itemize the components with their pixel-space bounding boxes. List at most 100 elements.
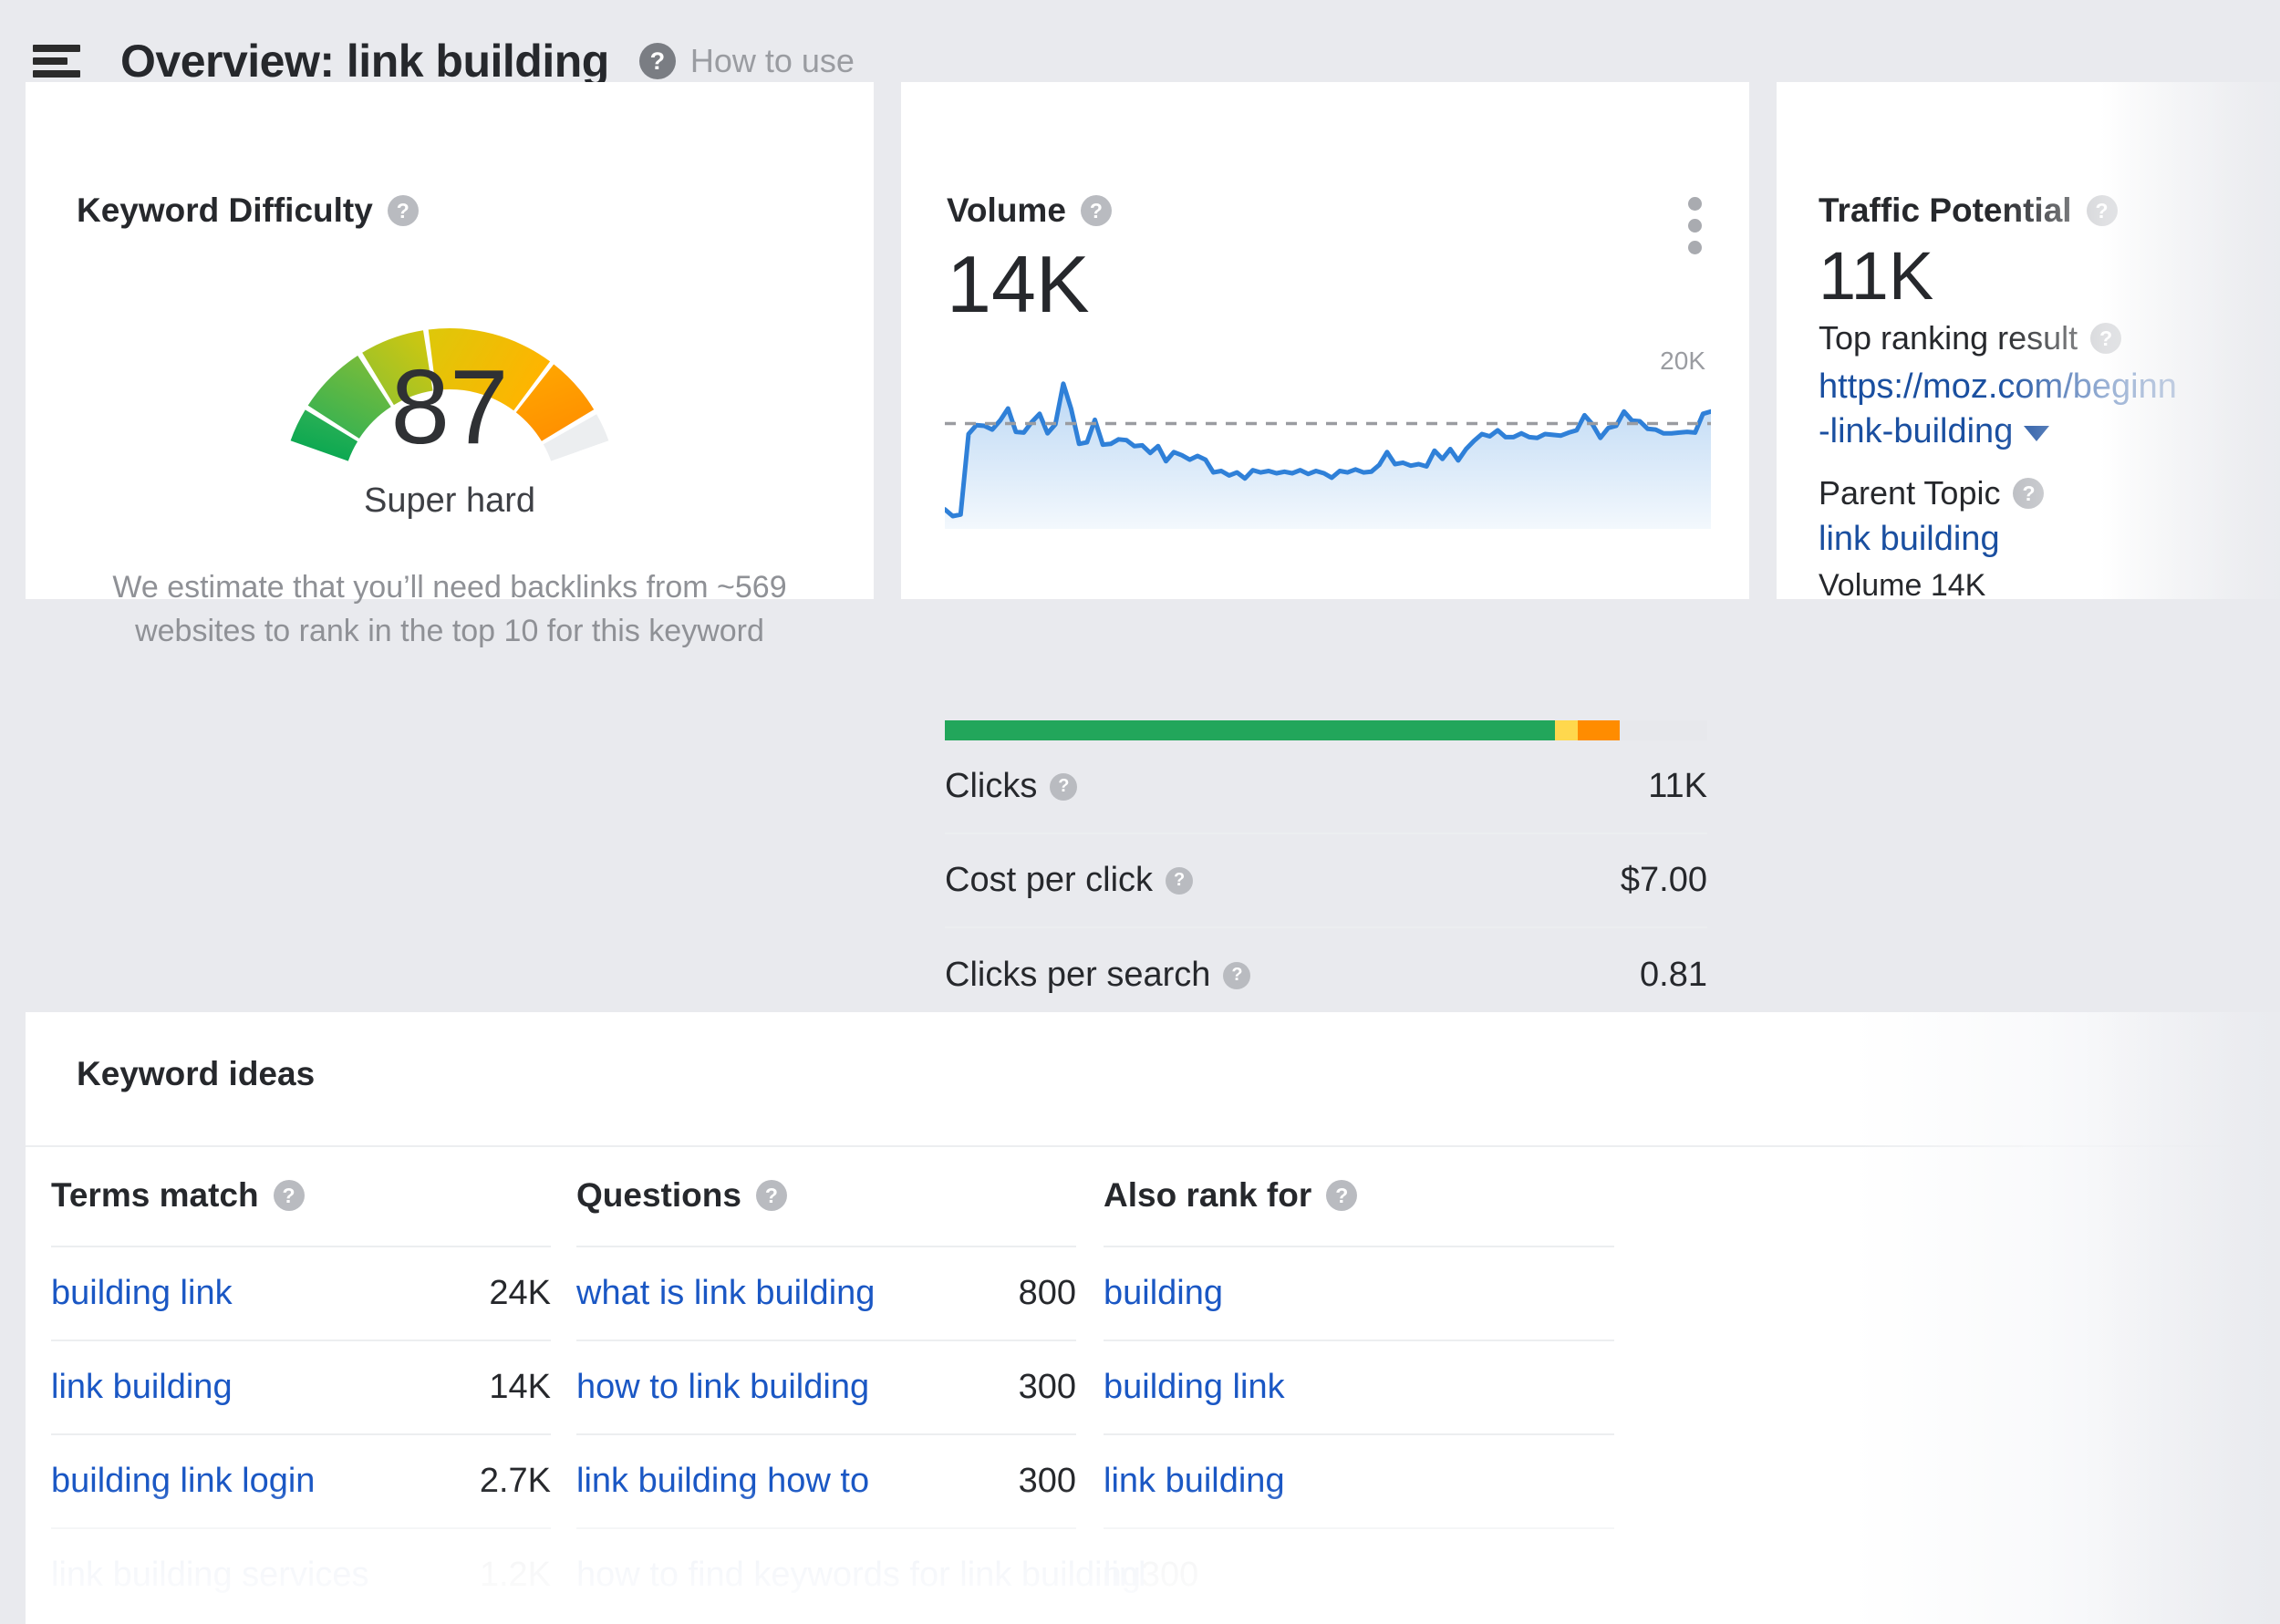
- keyword-difficulty-gauge: 87 Super hard: [212, 255, 687, 520]
- url-line-1: https://moz.com/beginn: [1819, 367, 2177, 406]
- keyword-volume: 300: [1019, 1462, 1076, 1501]
- table-row[interactable]: link building services1.2K: [51, 1527, 551, 1621]
- metric-label: Clicks per search: [945, 956, 1210, 995]
- keyword-link[interactable]: building link: [1104, 1368, 1285, 1407]
- kebab-menu-icon[interactable]: [1684, 193, 1705, 258]
- metric-label: Clicks: [945, 767, 1037, 806]
- top-ranking-result-label: Top ranking result: [1819, 319, 2078, 357]
- column-header-label: Also rank for: [1104, 1176, 1311, 1215]
- metric-value: 0.81: [1640, 956, 1707, 995]
- question-mark-icon[interactable]: ?: [756, 1180, 787, 1211]
- keyword-link[interactable]: link building: [51, 1368, 233, 1407]
- metric-label-wrap: Clicks ?: [945, 767, 1077, 806]
- url-line-2: -link-building: [1819, 412, 2013, 450]
- table-row[interactable]: how to find keywords for link building30…: [576, 1527, 1076, 1621]
- volume-sparkline-chart: [945, 378, 1711, 529]
- parent-topic-volume: Volume 14K: [1819, 568, 1985, 604]
- keyword-volume: 2.7K: [480, 1462, 551, 1501]
- keyword-link[interactable]: how to link building: [576, 1368, 869, 1407]
- clicks-bar-segment-paid: [1578, 720, 1620, 740]
- parent-topic-label: Parent Topic: [1819, 474, 2000, 512]
- list-right-fade: [1851, 1012, 2280, 1624]
- page-root: Overview: link building ? How to use Key…: [0, 0, 2280, 1624]
- keyword-difficulty-title: Keyword Difficulty ?: [77, 191, 419, 230]
- metric-label: Cost per click: [945, 861, 1153, 900]
- keyword-link[interactable]: building link: [51, 1274, 233, 1313]
- table-row[interactable]: building: [1104, 1246, 1614, 1340]
- table-row[interactable]: building link 24K: [51, 1246, 551, 1340]
- kebab-dot: [1688, 197, 1702, 211]
- keyword-ideas-column-0: Terms match? building link 24K link buildin…: [51, 1145, 551, 1621]
- keyword-difficulty-title-label: Keyword Difficulty: [77, 191, 373, 230]
- metric-row: Clicks per search ? 0.81: [945, 928, 1707, 1022]
- keyword-volume: 14K: [489, 1368, 551, 1407]
- table-row[interactable]: linl: [1104, 1527, 1614, 1621]
- metric-label-wrap: Cost per click ?: [945, 861, 1193, 900]
- table-row[interactable]: what is link building 800: [576, 1246, 1076, 1340]
- question-mark-icon[interactable]: ?: [2090, 323, 2121, 354]
- keyword-ideas-title: Keyword ideas: [77, 1055, 315, 1093]
- traffic-potential-title-label: Traffic Potential: [1819, 191, 2072, 230]
- question-mark-icon[interactable]: ?: [1081, 195, 1112, 226]
- keyword-link[interactable]: what is link building: [576, 1274, 875, 1313]
- question-mark-icon[interactable]: ?: [2013, 478, 2044, 509]
- how-to-use-label: How to use: [690, 42, 855, 80]
- volume-value: 14K: [947, 244, 1090, 325]
- clicks-bar-segment-organic: [945, 720, 1555, 740]
- keyword-link[interactable]: building: [1104, 1274, 1223, 1313]
- keyword-difficulty-rating: Super hard: [212, 481, 687, 521]
- metric-label-wrap: Clicks per search ?: [945, 956, 1250, 995]
- kebab-dot: [1688, 219, 1702, 233]
- question-mark-icon[interactable]: ?: [639, 43, 676, 79]
- volume-title-label: Volume: [947, 191, 1066, 230]
- volume-axis-max-label: 20K: [1660, 347, 1705, 376]
- hamburger-icon[interactable]: [33, 41, 80, 81]
- keyword-difficulty-score: 87: [212, 354, 687, 460]
- table-row[interactable]: link building how to 300: [576, 1433, 1076, 1527]
- keyword-volume: 800: [1019, 1274, 1076, 1313]
- question-mark-icon[interactable]: ?: [388, 195, 419, 226]
- table-row[interactable]: link building: [1104, 1433, 1614, 1527]
- top-ranking-result-url[interactable]: https://moz.com/beginn -link-building: [1819, 365, 2280, 455]
- how-to-use-link[interactable]: ? How to use: [639, 42, 855, 80]
- keyword-link[interactable]: link building how to: [576, 1462, 869, 1501]
- keyword-link[interactable]: building link login: [51, 1462, 315, 1501]
- keyword-link[interactable]: link building: [1104, 1462, 1285, 1501]
- metric-value: $7.00: [1621, 861, 1707, 900]
- clicks-distribution-bar: [945, 720, 1707, 740]
- table-row[interactable]: how to link building300: [576, 1340, 1076, 1433]
- column-header: Questions?: [576, 1145, 1076, 1246]
- keyword-link[interactable]: linl: [1104, 1556, 1145, 1595]
- column-header-label: Questions: [576, 1176, 741, 1215]
- top-ranking-result-label-wrap: Top ranking result ?: [1819, 319, 2121, 357]
- hamburger-bar: [33, 70, 80, 78]
- hamburger-bar: [33, 45, 80, 52]
- hamburger-bar: [33, 57, 67, 65]
- question-mark-icon[interactable]: ?: [1326, 1180, 1357, 1211]
- url-line-2-wrap: -link-building: [1819, 409, 2280, 454]
- table-row[interactable]: building link: [1104, 1340, 1614, 1433]
- question-mark-icon[interactable]: ?: [1050, 773, 1077, 801]
- column-header-label: Terms match: [51, 1176, 259, 1215]
- table-row[interactable]: link building 14K: [51, 1340, 551, 1433]
- parent-topic-label-wrap: Parent Topic ?: [1819, 474, 2044, 512]
- keyword-ideas-column-2: Also rank for? building building link link …: [1104, 1145, 1614, 1621]
- page-title: Overview: link building: [120, 35, 609, 88]
- table-row[interactable]: building link login 2.7K: [51, 1433, 551, 1527]
- keyword-volume: 24K: [489, 1274, 551, 1313]
- column-header: Terms match?: [51, 1145, 551, 1246]
- keyword-difficulty-description: We estimate that you’ll need backlinks f…: [77, 565, 823, 654]
- question-mark-icon[interactable]: ?: [274, 1180, 305, 1211]
- question-mark-icon[interactable]: ?: [1166, 867, 1193, 895]
- volume-card: Volume ? 14K 20K Clicks ?: [901, 82, 1749, 599]
- keyword-link[interactable]: how to find keywords for link building: [576, 1556, 1141, 1595]
- keyword-link[interactable]: link building services: [51, 1556, 369, 1595]
- traffic-potential-value: 11K: [1819, 243, 1933, 310]
- question-mark-icon[interactable]: ?: [2087, 195, 2118, 226]
- question-mark-icon[interactable]: ?: [1223, 962, 1250, 989]
- keyword-difficulty-gauge-wrap: 87 Super hard: [26, 255, 874, 529]
- chevron-down-icon[interactable]: [2024, 426, 2049, 441]
- keyword-ideas-card: Keyword ideas Terms match? building link 2…: [26, 1012, 2280, 1624]
- clicks-bar-segment-paid-mixed: [1555, 720, 1578, 740]
- parent-topic-keyword[interactable]: link building: [1819, 520, 2000, 559]
